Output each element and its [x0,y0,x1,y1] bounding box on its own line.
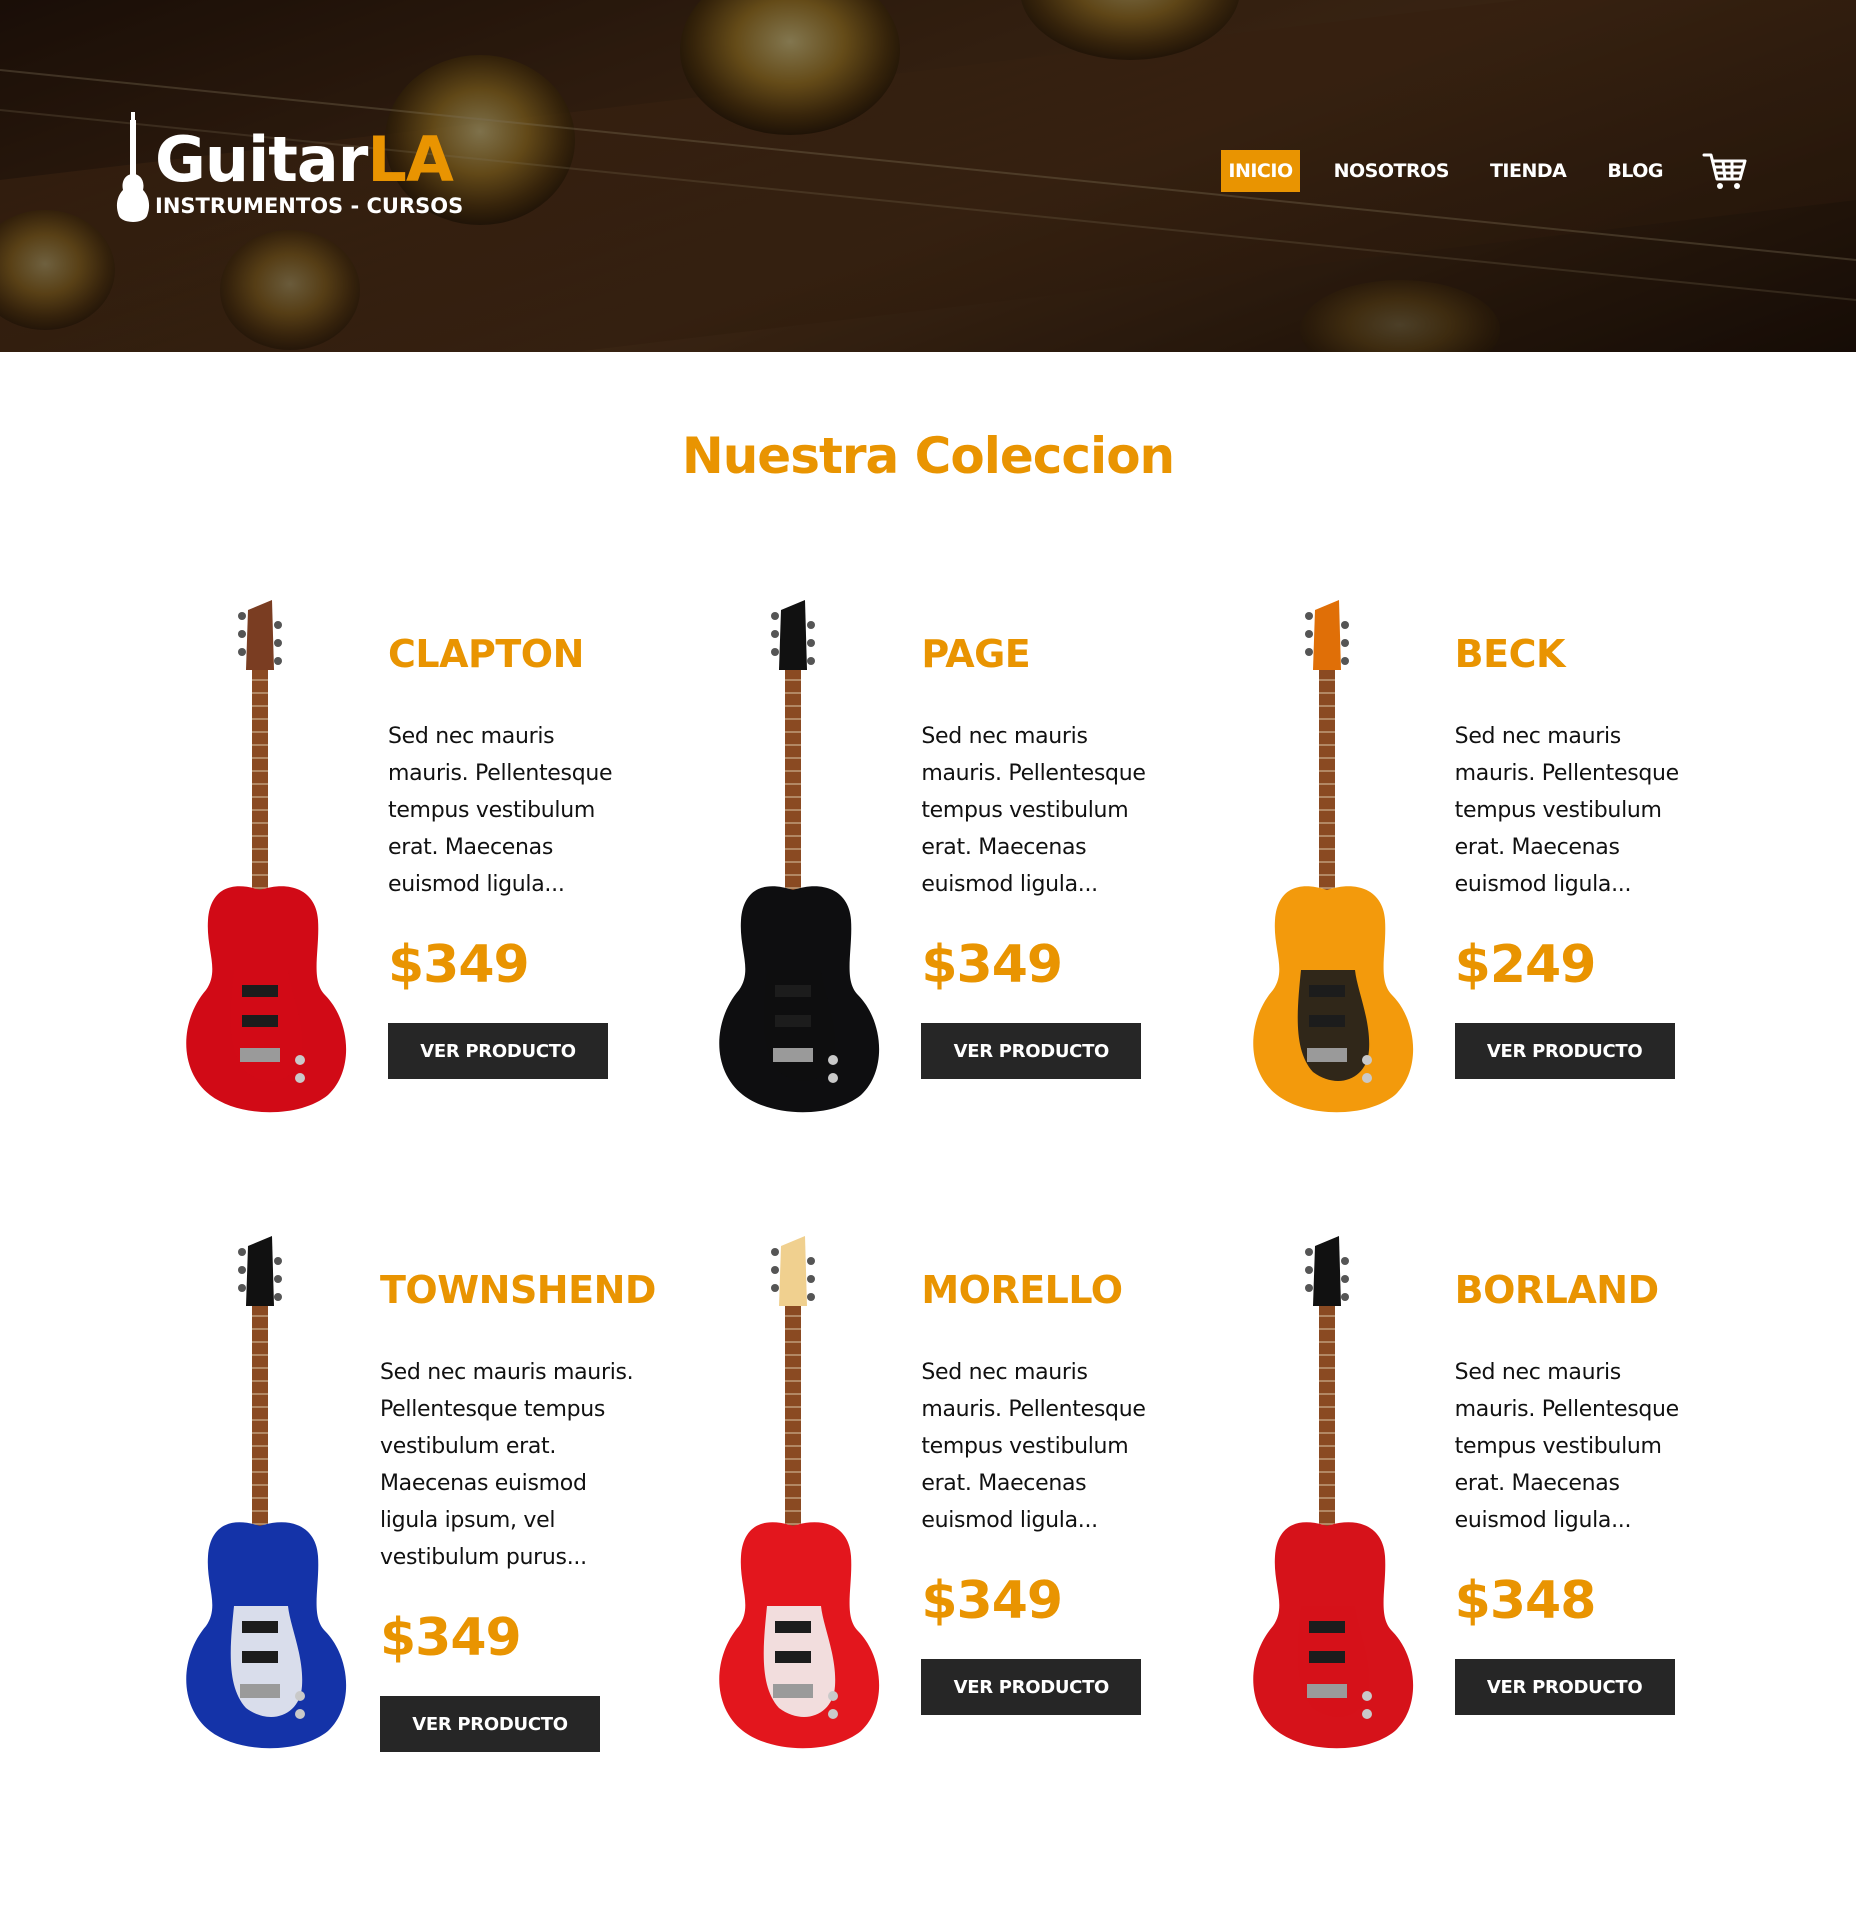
nav-nosotros[interactable]: NOSOTROS [1327,150,1456,192]
product-description: Sed nec mauris mauris. Pellentesque temp… [921,724,1146,897]
nav-blog[interactable]: BLOG [1600,150,1670,192]
ver-producto-button[interactable]: VER PRODUCTO [380,1696,600,1752]
product-grid: CLAPTON Sed nec mauris mauris. Pellentes… [140,580,1740,1852]
nav-tienda[interactable]: TIENDA [1483,150,1573,192]
product-description: Sed nec mauris mauris. Pellentesque temp… [921,1360,1146,1533]
product-description: Sed nec mauris mauris. Pellentesque temp… [388,724,613,897]
guitar-image-icon [719,1236,880,1749]
guitar-image-icon [719,600,880,1113]
product-name: PAGE [921,632,1031,676]
product-card: BORLAND Sed nec mauris mauris. Pellentes… [1207,1216,1740,1852]
product-image[interactable] [1207,580,1447,1140]
product-card: BECK Sed nec mauris mauris. Pellentesque… [1207,580,1740,1216]
main-content: Nuestra Coleccion CLAPTON Sed nec mauris… [0,352,1856,1752]
product-card: PAGE Sed nec mauris mauris. Pellentesque… [673,580,1206,1216]
product-image[interactable] [140,580,380,1140]
guitar-image-icon [1252,600,1413,1113]
product-card: TOWNSHEND Sed nec mauris mauris. Pellent… [140,1216,673,1852]
product-description: Sed nec mauris mauris. Pellentesque temp… [380,1360,634,1570]
logo-tagline: INSTRUMENTOS - CURSOS [155,194,464,218]
product-card: CLAPTON Sed nec mauris mauris. Pellentes… [140,580,673,1216]
shopping-cart-icon[interactable] [1702,151,1748,191]
product-description: Sed nec mauris mauris. Pellentesque temp… [1454,1360,1680,1533]
ver-producto-button[interactable]: VER PRODUCTO [921,1659,1142,1715]
site-header: GuitarLA INSTRUMENTOS - CURSOS INICIO NO… [0,0,1856,352]
logo[interactable]: GuitarLA INSTRUMENTOS - CURSOS [155,123,464,219]
product-image[interactable] [140,1216,380,1776]
product-name: CLAPTON [388,632,584,676]
product-price: $249 [1454,935,1597,995]
nav-inicio[interactable]: INICIO [1221,150,1300,192]
ver-producto-button[interactable]: VER PRODUCTO [1454,1023,1675,1079]
product-price: $348 [1454,1571,1597,1631]
ver-producto-button[interactable]: VER PRODUCTO [388,1023,608,1079]
product-image[interactable] [673,580,913,1140]
product-price: $349 [921,1571,1063,1631]
guitar-image-icon [186,600,347,1113]
product-name: BORLAND [1454,1268,1660,1312]
product-card: MORELLO Sed nec mauris mauris. Pellentes… [673,1216,1206,1852]
product-price: $349 [388,935,530,995]
guitar-image-icon [1252,1236,1413,1749]
ver-producto-button[interactable]: VER PRODUCTO [1454,1659,1675,1715]
product-name: TOWNSHEND [380,1268,656,1312]
product-price: $349 [921,935,1063,995]
product-name: MORELLO [921,1268,1123,1312]
logo-name: GuitarLA [155,123,454,196]
guitar-image-icon [186,1236,347,1749]
product-name: BECK [1454,632,1566,676]
main-nav: INICIO NOSOTROS TIENDA BLOG [1194,150,1748,192]
product-description: Sed nec mauris mauris. Pellentesque temp… [1454,724,1680,897]
product-price: $349 [380,1608,522,1668]
product-image[interactable] [673,1216,913,1776]
page-title: Nuestra Coleccion [681,427,1175,485]
ver-producto-button[interactable]: VER PRODUCTO [921,1023,1142,1079]
product-image[interactable] [1207,1216,1447,1776]
